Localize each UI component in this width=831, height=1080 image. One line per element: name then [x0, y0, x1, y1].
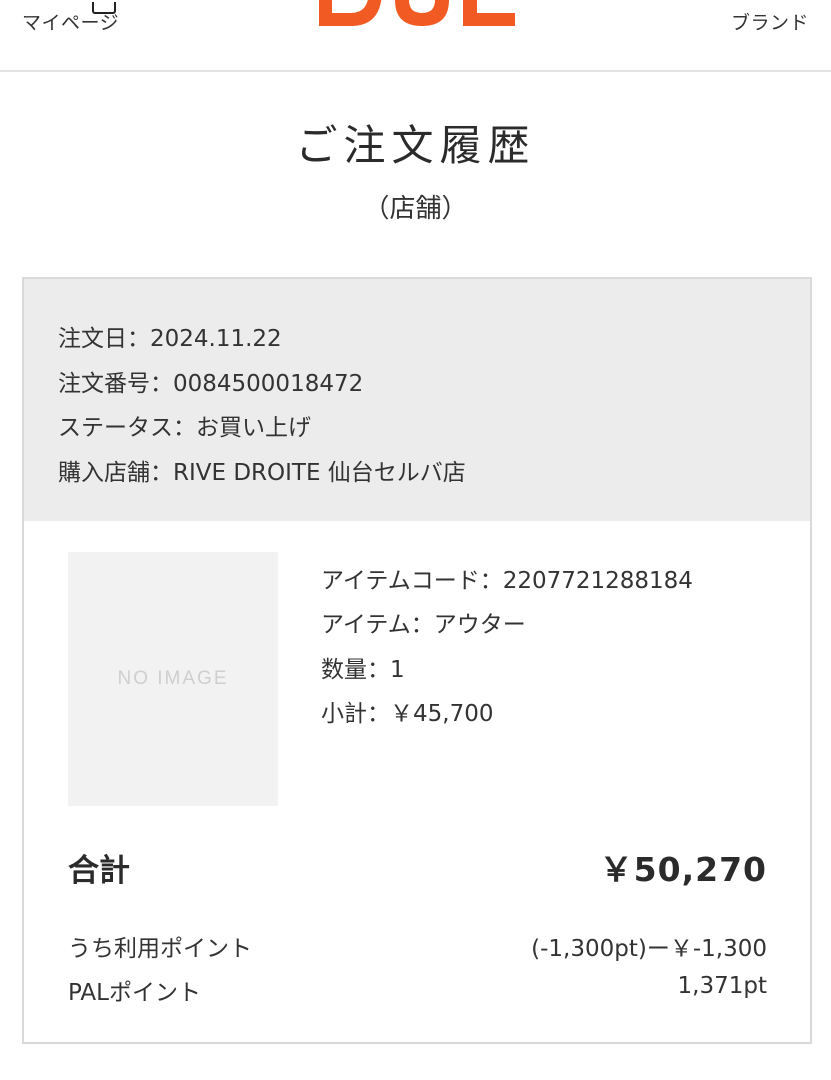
pal-points-value: 1,371pt [677, 973, 767, 999]
no-image-text: NO IMAGE [117, 668, 229, 689]
total-value: ￥50,270 [599, 850, 767, 889]
brand-logo[interactable] [317, 0, 517, 26]
pal-points-label: PALポイント [68, 980, 201, 1006]
points-used-value: (-1,300pt)ー￥-1,300 [531, 936, 767, 962]
order-store: 購入店舗：RIVE DROITE 仙台セルバ店 [58, 460, 466, 486]
mypage-label: マイページ [22, 12, 120, 34]
item-code: アイテムコード：2207721288184 [321, 568, 693, 594]
item-name: アイテム：アウター [321, 612, 526, 638]
brand-link[interactable]: ブランド [731, 8, 809, 35]
page-subtitle: （店舗） [363, 194, 468, 224]
header-divider [0, 70, 831, 72]
item-image-placeholder: NO IMAGE [68, 552, 278, 806]
order-summary: 注文日：2024.11.22 注文番号：0084500018472 ステータス：… [24, 279, 810, 521]
item-quantity: 数量：1 [321, 657, 405, 683]
page-title: ご注文履歴 [295, 121, 536, 170]
item-subtotal: 小計：￥45,700 [321, 701, 494, 727]
order-number: 注文番号：0084500018472 [58, 371, 364, 397]
pal-logo-icon [319, 0, 515, 26]
total-label: 合計 [68, 853, 130, 889]
site-header: マイページ ブランド [0, 0, 831, 72]
order-date: 注文日：2024.11.22 [58, 326, 282, 352]
mypage-icon [92, 2, 116, 14]
points-used-label: うち利用ポイント [68, 936, 252, 962]
order-status: ステータス：お買い上げ [58, 415, 311, 441]
mypage-link[interactable]: マイページ [22, 2, 120, 35]
order-card: 注文日：2024.11.22 注文番号：0084500018472 ステータス：… [22, 277, 812, 1044]
